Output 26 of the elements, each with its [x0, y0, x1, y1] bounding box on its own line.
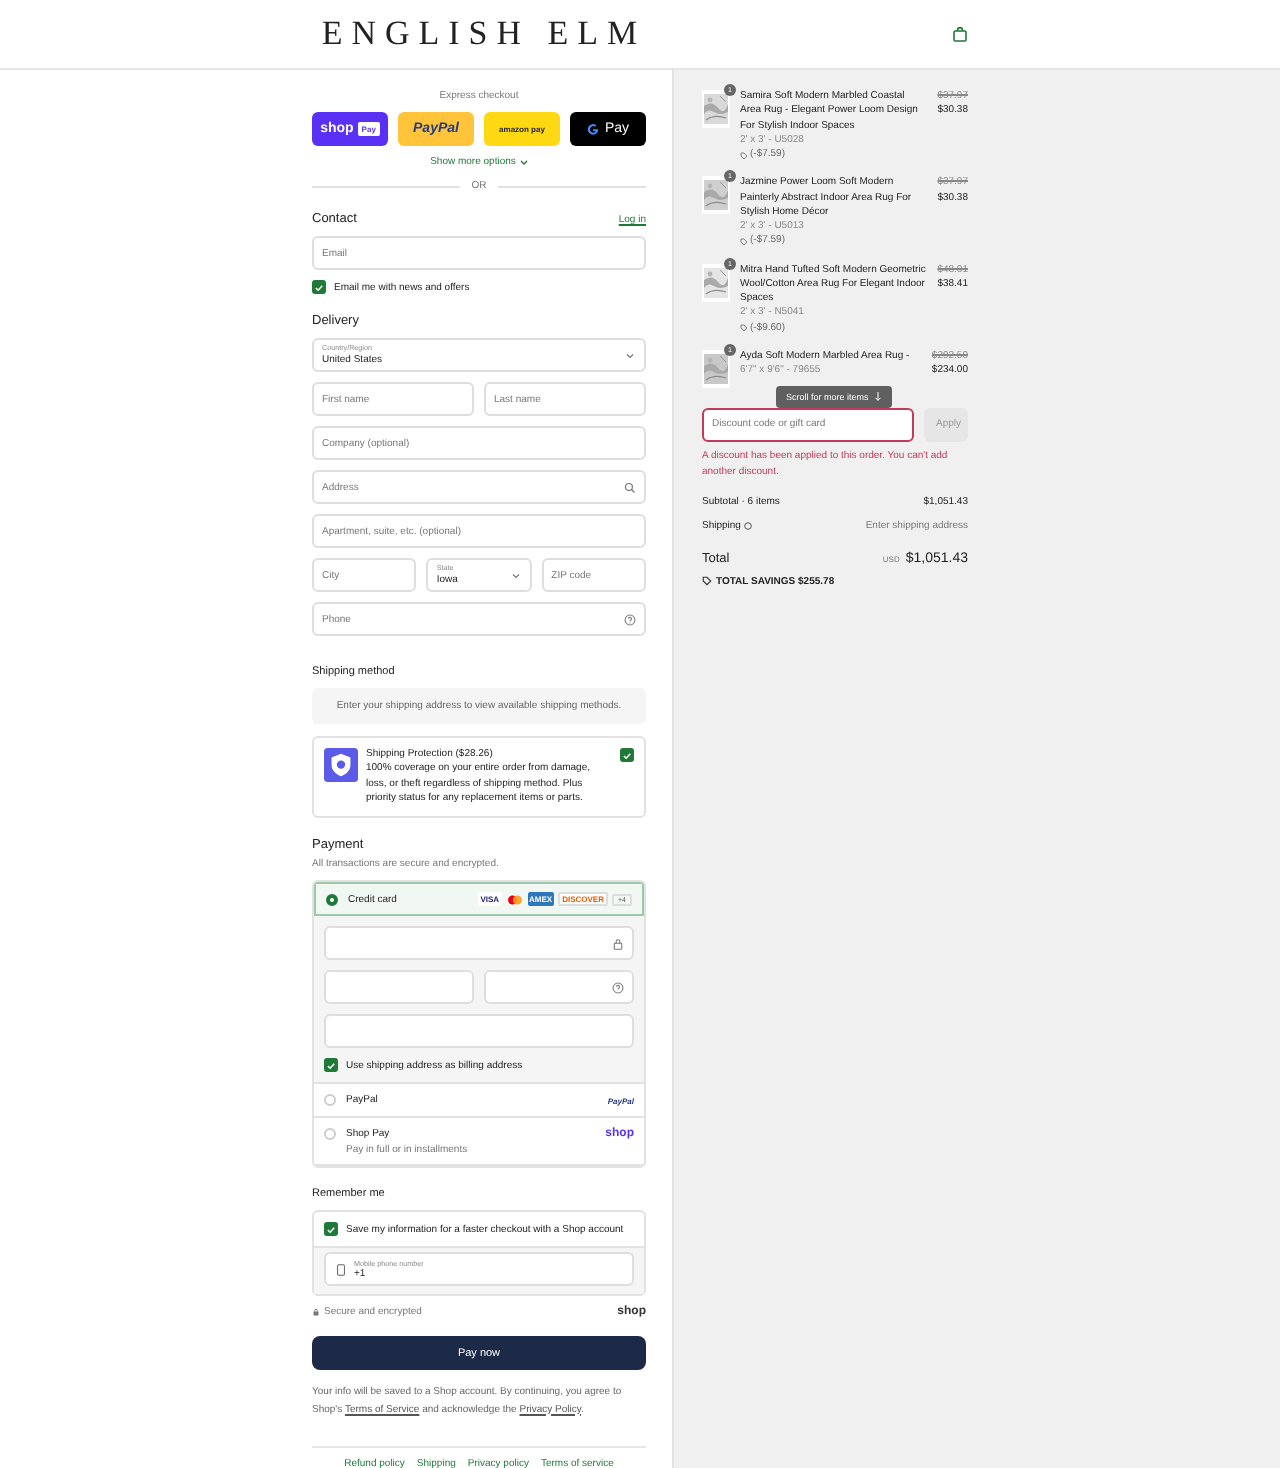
name-on-card-field[interactable]	[324, 1014, 634, 1048]
radio-button[interactable]	[326, 893, 338, 905]
checkbox[interactable]	[324, 1058, 338, 1072]
phone-icon	[336, 1263, 346, 1275]
shopping-bag-icon[interactable]	[952, 26, 968, 42]
shield-icon	[324, 748, 358, 782]
store-logo[interactable]: ENGLISH ELM	[321, 14, 647, 54]
checkbox[interactable]	[324, 1222, 338, 1236]
mastercard-icon	[505, 893, 524, 905]
card-number-field[interactable]	[324, 926, 634, 960]
chevron-down-icon	[519, 158, 528, 166]
chevron-down-icon	[624, 349, 636, 361]
google-g-icon	[586, 122, 601, 136]
tag-icon	[740, 237, 748, 246]
security-code-field[interactable]	[484, 970, 634, 1004]
tag-icon	[740, 324, 748, 333]
tag-icon	[702, 576, 712, 587]
search-icon	[624, 481, 636, 493]
tag-icon	[740, 151, 748, 160]
lock-icon	[612, 937, 624, 949]
lock-icon	[312, 1308, 320, 1316]
chevron-down-icon	[509, 569, 522, 581]
checkbox[interactable]	[312, 280, 326, 294]
expiry-field[interactable]	[324, 970, 474, 1004]
checkbox[interactable]	[620, 748, 634, 762]
arrow-down-icon	[874, 391, 883, 402]
